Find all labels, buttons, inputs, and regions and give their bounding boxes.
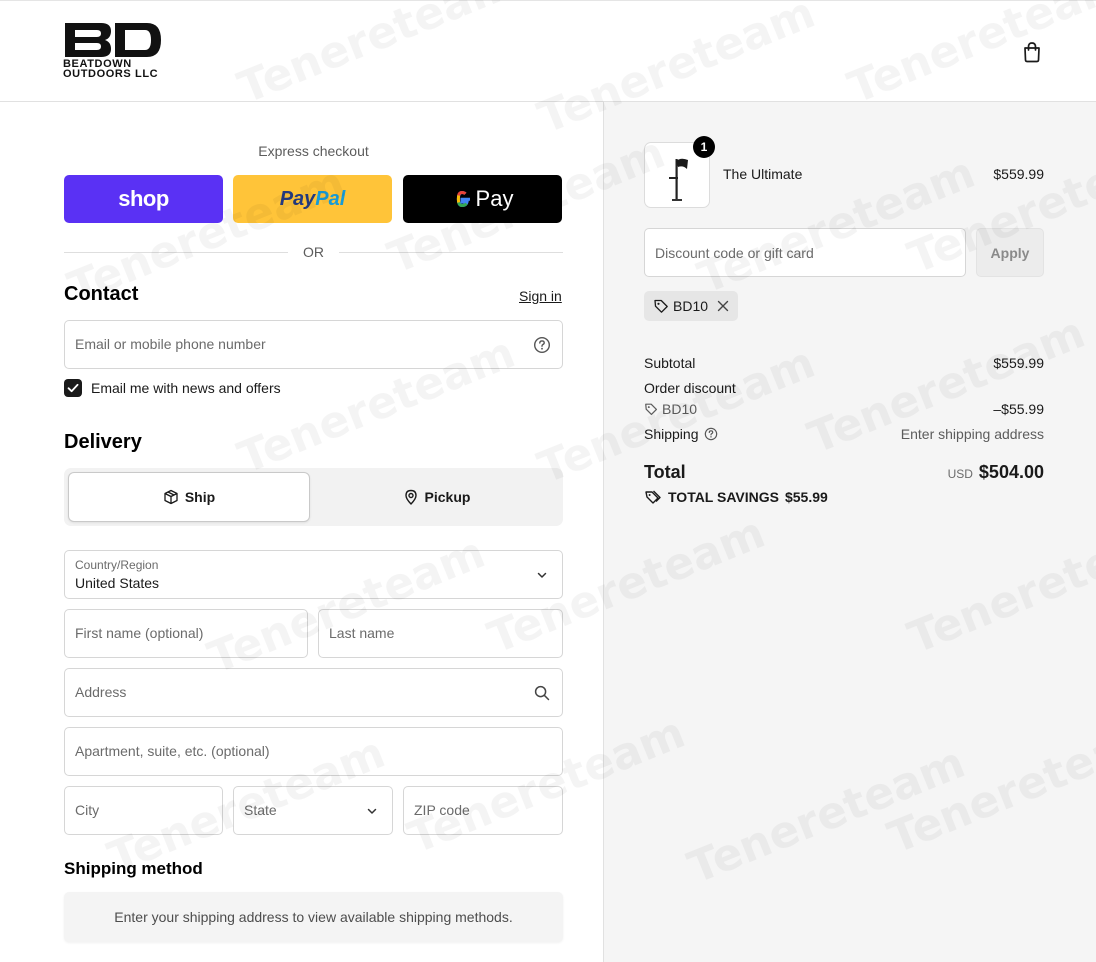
help-circle-icon[interactable] [704,427,718,441]
order-discount-value: –$55.99 [993,401,1044,417]
last-name-field[interactable]: Last name [318,609,563,658]
or-label: OR [303,244,324,260]
google-pay-label: Pay [475,186,514,211]
city-field[interactable]: City [64,786,223,835]
tags-icon [645,490,661,504]
paypal-button[interactable]: Pay Pal [233,175,392,223]
subtotal-label: Subtotal [644,355,696,371]
total-currency: USD [947,467,973,481]
remove-discount-icon[interactable] [716,299,730,313]
order-discount-code: BD10 [662,401,698,417]
zip-placeholder: ZIP code [414,802,470,818]
country-label: Country/Region [75,558,159,572]
ship-label: Ship [184,489,216,505]
savings-value: $55.99 [784,489,828,505]
google-g-icon [456,190,470,208]
apartment-field[interactable]: Apartment, suite, etc. (optional) [64,727,563,776]
search-icon [534,685,550,701]
applied-discount-code: BD10 [673,298,709,314]
zip-field[interactable]: ZIP code [403,786,563,835]
bd-logo-mark [65,23,161,57]
order-discount-code-row: BD10 [644,401,697,417]
paypal-label-b: Pal [315,187,346,210]
discount-code-input[interactable]: Discount code or gift card [644,228,966,277]
pickup-option[interactable]: Pickup [314,472,559,522]
newsletter-checkbox[interactable] [64,379,82,397]
express-checkout-title: Express checkout [258,143,369,159]
delivery-heading: Delivery [64,431,142,453]
total-amount: USD $504.00 [948,462,1044,483]
brand-logo[interactable]: BEATDOWN OUTDOORS LLC [63,21,167,83]
product-price: $559.99 [993,166,1044,182]
savings-label: TOTAL SAVINGS [668,489,779,505]
paypal-label-a: Pay [279,187,316,210]
shipping-method-notice: Enter your shipping address to view avai… [64,892,563,942]
package-icon [164,489,178,505]
address-placeholder: Address [75,684,127,700]
email-field[interactable]: Email or mobile phone number [64,320,563,369]
tag-icon [645,403,658,416]
location-pin-icon [404,489,417,505]
tag-icon [654,299,668,313]
delivery-method-toggle: Ship Pickup [64,468,563,526]
shopping-bag-icon[interactable] [1020,40,1044,64]
first-name-placeholder: First name (optional) [75,625,204,641]
or-divider: OR [64,243,563,261]
contact-heading: Contact [64,283,139,305]
apply-discount-button[interactable]: Apply [976,228,1044,277]
total-label: Total [644,462,686,482]
shipping-value: Enter shipping address [900,426,1044,442]
subtotal-value: $559.99 [993,355,1044,371]
chevron-down-icon [367,808,377,814]
shipping-method-heading: Shipping method [64,859,203,878]
brand-name-line2: OUTDOORS LLC [63,68,159,80]
sign-in-link[interactable]: Sign in [519,288,562,304]
newsletter-label: Email me with news and offers [91,380,281,396]
quantity-badge: 1 [693,136,715,158]
state-placeholder: State [244,802,277,818]
ship-option[interactable]: Ship [68,472,310,522]
pickup-label: Pickup [424,489,471,505]
checkmark-icon [67,383,79,393]
order-discount-label: Order discount [644,380,736,396]
apartment-placeholder: Apartment, suite, etc. (optional) [75,743,270,759]
shop-pay-button[interactable]: shop [64,175,223,223]
chevron-down-icon [537,572,547,578]
first-name-field[interactable]: First name (optional) [64,609,308,658]
country-select[interactable]: Country/Region United States [64,550,563,599]
discount-placeholder: Discount code or gift card [655,245,814,261]
last-name-placeholder: Last name [329,625,395,641]
total-value: $504.00 [978,462,1044,482]
city-placeholder: City [75,802,100,818]
state-select[interactable]: State [233,786,393,835]
shipping-row: Shipping [644,426,718,442]
shop-pay-label: shop [118,186,169,211]
help-circle-icon[interactable] [533,336,551,354]
site-header: BEATDOWN OUTDOORS LLC [0,0,1096,102]
country-value: United States [75,575,160,591]
address-field[interactable]: Address [64,668,563,717]
shipping-label: Shipping [644,426,699,442]
google-pay-button[interactable]: Pay [403,175,562,223]
total-savings: TOTAL SAVINGS $55.99 [644,488,828,506]
email-placeholder: Email or mobile phone number [75,336,266,352]
applied-discount-chip: BD10 [644,291,738,321]
product-name: The Ultimate [723,166,803,182]
